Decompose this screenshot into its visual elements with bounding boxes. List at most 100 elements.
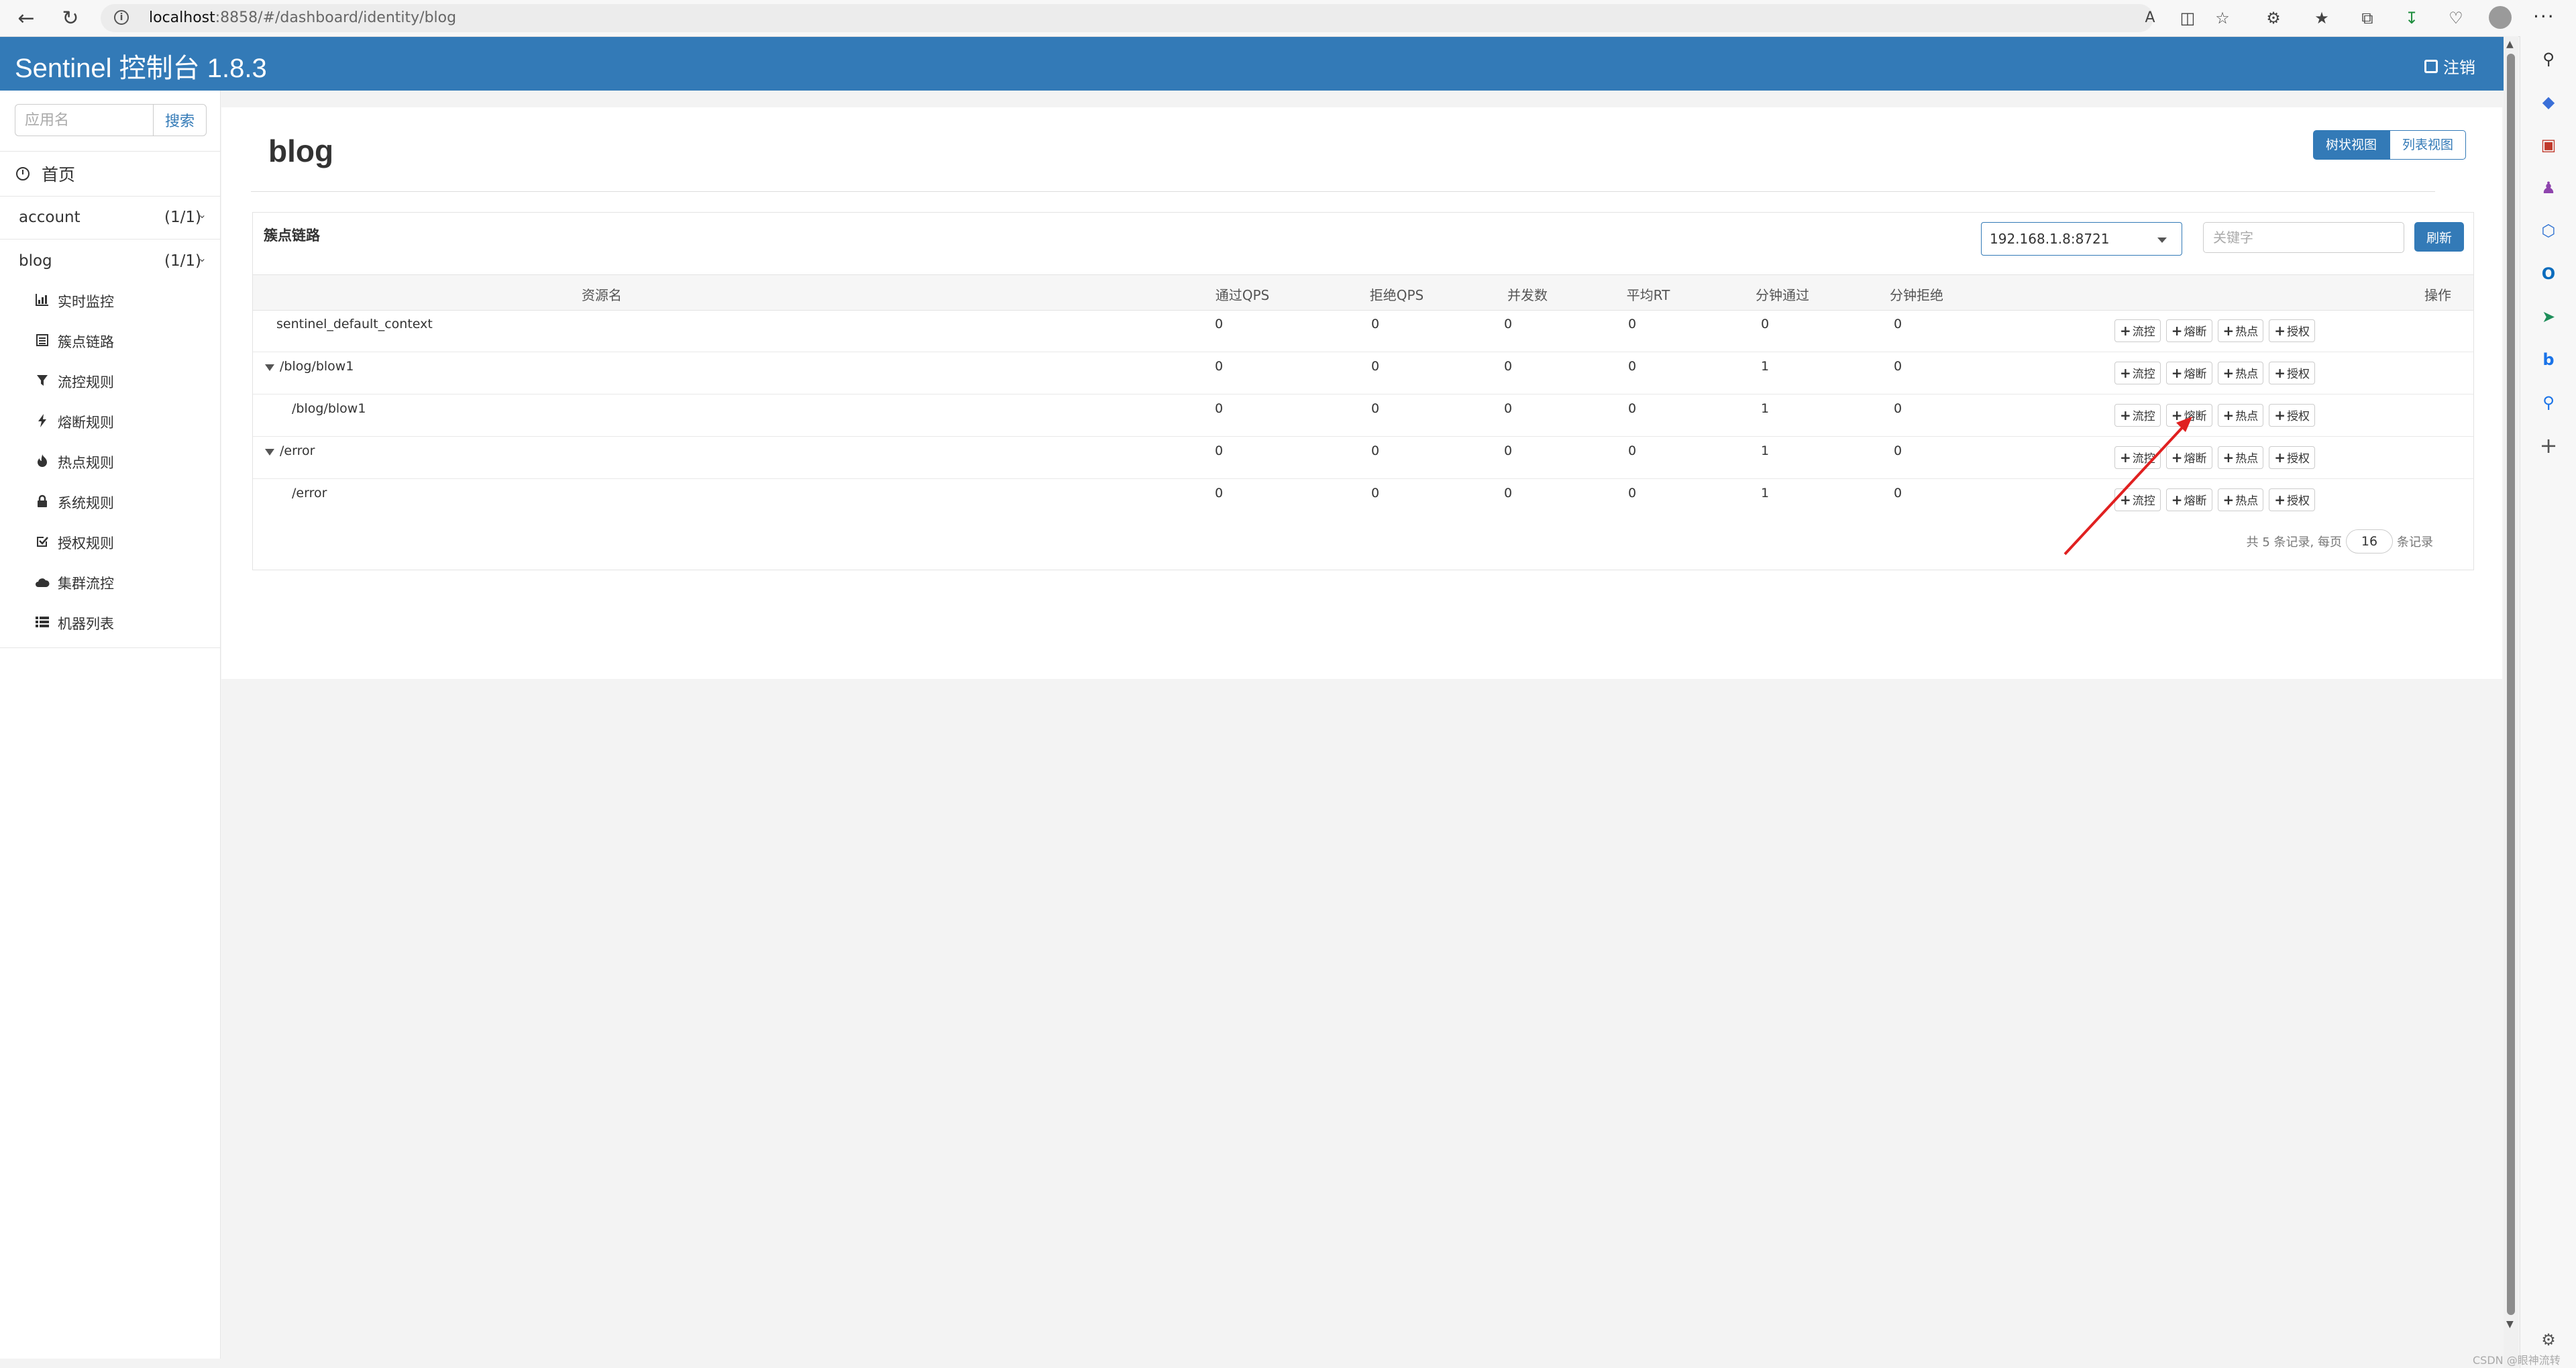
title-divider: [251, 191, 2435, 192]
op-label: 流控: [2132, 452, 2155, 466]
read-aloud-icon[interactable]: A: [2137, 5, 2163, 31]
add-degrade-rule-button[interactable]: + 熔断: [2165, 488, 2212, 511]
add-authority-rule-button[interactable]: + 授权: [2269, 362, 2316, 384]
add-authority-rule-button[interactable]: + 授权: [2269, 404, 2316, 427]
sidebar-item-hotspot-rules[interactable]: 热点规则: [0, 442, 220, 482]
browser-toolbar: ← ↻ i localhost:8858/#/dashboard/identit…: [0, 0, 2576, 37]
sidebar-app-blog[interactable]: blog (1/1) ⌄: [0, 240, 220, 282]
favorites-icon[interactable]: ★: [2309, 5, 2334, 31]
more-options-icon[interactable]: ···: [2533, 5, 2555, 28]
add-authority-rule-button[interactable]: + 授权: [2269, 488, 2316, 511]
add-flow-rule-button[interactable]: + 流控: [2114, 488, 2161, 511]
add-hotspot-rule-button[interactable]: + 热点: [2217, 446, 2264, 469]
add-hotspot-rule-button[interactable]: + 热点: [2217, 362, 2264, 384]
sidebar-item-authority-rules[interactable]: 授权规则: [0, 523, 220, 563]
op-label: 热点: [2235, 410, 2259, 423]
sidebar-item-system-rules[interactable]: 系统规则: [0, 482, 220, 523]
back-arrow-icon[interactable]: ←: [12, 4, 40, 32]
add-flow-rule-button[interactable]: + 流控: [2114, 404, 2161, 427]
add-degrade-rule-button[interactable]: + 熔断: [2165, 446, 2212, 469]
minute-pass: 1: [1760, 401, 1770, 416]
reload-icon[interactable]: ↻: [56, 4, 85, 32]
drop-icon[interactable]: ➤: [2536, 305, 2561, 329]
add-degrade-rule-button[interactable]: + 熔断: [2165, 404, 2212, 427]
downloads-icon[interactable]: ↧: [2399, 5, 2424, 31]
avg-rt: 0: [1627, 486, 1637, 501]
row-actions: + 流控 + 熔断 + 热点 + 授权: [2114, 488, 2316, 511]
app-search-button[interactable]: 搜索: [153, 104, 207, 136]
add-degrade-rule-button[interactable]: + 熔断: [2165, 362, 2212, 384]
column-header: 通过QPS: [1215, 287, 1270, 303]
add-flow-rule-button[interactable]: + 流控: [2114, 446, 2161, 469]
logout-icon: [2424, 59, 2438, 73]
search-icon[interactable]: ⚲: [2536, 47, 2561, 71]
chevron-down-icon: ⌄: [197, 252, 207, 264]
clock-icon: [16, 167, 30, 180]
chevron-down-icon: ⌄: [197, 208, 207, 221]
resource-name: /blog/blow1: [280, 359, 354, 374]
add-flow-rule-button[interactable]: + 流控: [2114, 319, 2161, 342]
split-screen-icon[interactable]: ◫: [2175, 5, 2200, 31]
settings-icon[interactable]: ⚙: [2536, 1328, 2561, 1352]
sidebar-item-label: 簇点链路: [58, 334, 114, 350]
site-info-icon[interactable]: i: [114, 10, 129, 25]
add-icon[interactable]: +: [2536, 433, 2561, 458]
app-count: (1/1): [164, 209, 201, 226]
add-authority-rule-button[interactable]: + 授权: [2269, 446, 2316, 469]
sidebar-item-flow-rules[interactable]: 流控规则: [0, 362, 220, 402]
page-scrollbar[interactable]: ▲ ▼: [2504, 36, 2518, 1368]
tree-expand-icon[interactable]: [265, 364, 274, 371]
page-size-input[interactable]: [2346, 529, 2393, 554]
scroll-up-icon[interactable]: ▲: [2506, 39, 2514, 50]
bing-icon[interactable]: b: [2536, 348, 2561, 372]
collections-icon[interactable]: ⧉: [2355, 5, 2380, 31]
favorite-star-icon[interactable]: ☆: [2210, 5, 2235, 31]
block-qps: 0: [1371, 401, 1380, 416]
list-view-button[interactable]: 列表视图: [2390, 130, 2467, 160]
machine-select[interactable]: 192.168.1.8:8721: [1981, 222, 2182, 256]
block-qps: 0: [1371, 317, 1380, 331]
shopping-tag-icon[interactable]: ◆: [2536, 90, 2561, 114]
logout-button[interactable]: 注销: [2424, 54, 2475, 78]
scroll-down-icon[interactable]: ▼: [2506, 1319, 2514, 1330]
minute-block: 0: [1893, 401, 1902, 416]
sidebar-item-cluster-flow[interactable]: 集群流控: [0, 563, 220, 603]
add-hotspot-rule-button[interactable]: + 热点: [2217, 404, 2264, 427]
extensions-icon[interactable]: ⚙: [2261, 5, 2286, 31]
sidebar-item-realtime-monitor[interactable]: 实时监控: [0, 281, 220, 321]
add-hotspot-rule-button[interactable]: + 热点: [2217, 488, 2264, 511]
add-degrade-rule-button[interactable]: + 熔断: [2165, 319, 2212, 342]
keyword-input[interactable]: [2203, 222, 2404, 253]
sidebar-item-machine-list[interactable]: 机器列表: [0, 603, 220, 643]
app-name: account: [19, 209, 80, 226]
sidebar-app-account[interactable]: account (1/1) ⌄: [0, 196, 220, 240]
add-authority-rule-button[interactable]: + 授权: [2269, 319, 2316, 342]
logout-label: 注销: [2443, 58, 2475, 77]
tools-icon[interactable]: ▣: [2536, 133, 2561, 157]
minute-pass: 1: [1760, 443, 1770, 458]
profile-avatar[interactable]: [2489, 6, 2512, 29]
outlook-icon[interactable]: O: [2536, 262, 2561, 286]
app-search: 搜索: [15, 104, 207, 136]
office-icon[interactable]: ⬡: [2536, 219, 2561, 243]
resource-card: 簇点链路 192.168.1.8:8721 刷新 资源名 通过QPS 拒绝QPS…: [252, 212, 2474, 570]
op-label: 热点: [2235, 494, 2259, 508]
scrollbar-thumb[interactable]: [2507, 54, 2515, 1315]
games-icon[interactable]: ♟: [2536, 176, 2561, 200]
sidebar-item-cluster-link[interactable]: 簇点链路: [0, 321, 220, 362]
table-header: 资源名 通过QPS 拒绝QPS 并发数 平均RT 分钟通过 分钟拒绝 操作: [253, 274, 2473, 311]
op-label: 授权: [2287, 494, 2310, 508]
tree-view-button[interactable]: 树状视图: [2313, 130, 2390, 160]
browser-essentials-icon[interactable]: ♡: [2443, 5, 2469, 31]
app-search-input[interactable]: [15, 104, 153, 136]
add-hotspot-rule-button[interactable]: + 热点: [2217, 319, 2264, 342]
search-alt-icon[interactable]: ⚲: [2536, 390, 2561, 415]
tree-expand-icon[interactable]: [265, 449, 274, 456]
address-bar[interactable]: i localhost:8858/#/dashboard/identity/bl…: [101, 4, 2230, 32]
column-header: 分钟拒绝: [1890, 287, 1943, 303]
add-flow-rule-button[interactable]: + 流控: [2114, 362, 2161, 384]
sidebar-item-home[interactable]: 首页: [0, 151, 220, 197]
refresh-button[interactable]: 刷新: [2414, 222, 2464, 252]
column-header: 资源名: [582, 287, 622, 303]
sidebar-item-degrade-rules[interactable]: 熔断规则: [0, 402, 220, 442]
